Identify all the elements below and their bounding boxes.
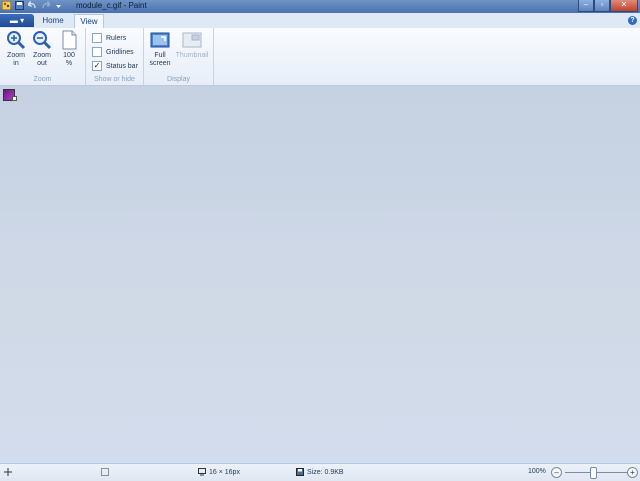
paint-menu-button[interactable]: ▬ ▾ bbox=[0, 14, 34, 27]
customize-toolbar-icon[interactable] bbox=[54, 1, 63, 10]
cursor-position bbox=[4, 468, 12, 476]
zoom-out-label-1: Zoom bbox=[33, 52, 51, 59]
zoom-100-button[interactable]: 100 % bbox=[58, 30, 80, 68]
thumbnail-label: Thumbnail bbox=[175, 52, 209, 59]
thumbnail-button[interactable]: Thumbnail bbox=[174, 30, 210, 60]
zoom-group: Zoom in Zoom out 100 % Zoom bbox=[0, 28, 86, 85]
zoom-100-label-1: 100 bbox=[63, 52, 75, 59]
zoom-in-small-button[interactable]: + bbox=[627, 467, 638, 478]
display-group-label: Display bbox=[167, 76, 190, 83]
zoom-in-icon bbox=[6, 30, 26, 50]
image-dimensions: 16 × 16px bbox=[198, 468, 240, 476]
zoom-percent-text: 100% bbox=[528, 468, 546, 475]
close-button[interactable]: ✕ bbox=[610, 0, 638, 12]
page-icon bbox=[59, 30, 79, 50]
zoom-out-label-2: out bbox=[37, 60, 47, 67]
rulers-checkbox[interactable]: Rulers bbox=[92, 33, 126, 43]
selection-icon bbox=[101, 468, 109, 476]
redo-icon[interactable] bbox=[41, 0, 51, 10]
zoom-in-button[interactable]: Zoom in bbox=[4, 30, 28, 68]
full-screen-icon bbox=[150, 30, 170, 50]
rulers-box[interactable] bbox=[92, 33, 102, 43]
title-bar: module_c.gif - Paint – ▫ ✕ bbox=[0, 0, 640, 13]
gridlines-checkbox[interactable]: Gridlines bbox=[92, 47, 134, 57]
zoom-slider-thumb[interactable] bbox=[590, 467, 597, 479]
paint-app-icon[interactable] bbox=[1, 0, 12, 11]
file-size-text: Size: 0.9KB bbox=[307, 468, 344, 476]
minimize-button[interactable]: – bbox=[578, 0, 594, 12]
zoom-percent: 100% bbox=[528, 468, 546, 475]
zoom-group-label: Zoom bbox=[33, 76, 52, 83]
full-screen-button[interactable]: Full screen bbox=[148, 30, 172, 68]
full-screen-label-1: Full bbox=[154, 52, 166, 59]
canvas-workspace[interactable] bbox=[0, 86, 640, 463]
full-screen-label-2: screen bbox=[149, 60, 171, 67]
ribbon-tab-row: ▬ ▾ Home View ? bbox=[0, 13, 640, 29]
zoom-in-label-1: Zoom bbox=[7, 52, 25, 59]
thumbnail-icon bbox=[182, 30, 202, 50]
zoom-in-label-2: in bbox=[13, 60, 19, 67]
maximize-button[interactable]: ▫ bbox=[594, 0, 610, 12]
selection-size bbox=[101, 468, 109, 476]
crosshair-icon bbox=[4, 468, 12, 476]
gridlines-box[interactable] bbox=[92, 47, 102, 57]
display-group: Full screen Thumbnail Display bbox=[144, 28, 214, 85]
resize-handle[interactable] bbox=[12, 96, 17, 101]
ribbon: Zoom in Zoom out 100 % Zoom Rulers Gridl… bbox=[0, 28, 640, 86]
tab-home[interactable]: Home bbox=[38, 14, 68, 27]
zoom-out-icon bbox=[32, 30, 52, 50]
save-icon[interactable] bbox=[15, 1, 24, 10]
zoom-out-small-button[interactable]: – bbox=[551, 467, 562, 478]
statusbar-checkbox[interactable]: ✓ Status bar bbox=[92, 61, 138, 71]
status-bar: 16 × 16px Size: 0.9KB 100% – + bbox=[0, 463, 640, 481]
gridlines-label: Gridlines bbox=[106, 48, 134, 56]
disk-icon bbox=[296, 468, 304, 476]
zoom-100-label-2: % bbox=[65, 60, 73, 67]
undo-icon[interactable] bbox=[27, 0, 37, 10]
window-title: module_c.gif - Paint bbox=[76, 1, 147, 10]
show-hide-group-label: Show or hide bbox=[94, 76, 135, 83]
dimensions-text: 16 × 16px bbox=[209, 468, 240, 476]
statusbar-box[interactable]: ✓ bbox=[92, 61, 102, 71]
canvas-size-icon bbox=[198, 468, 206, 476]
statusbar-label: Status bar bbox=[106, 62, 138, 70]
file-size: Size: 0.9KB bbox=[296, 468, 344, 476]
rulers-label: Rulers bbox=[106, 34, 127, 42]
show-hide-group: Rulers Gridlines ✓ Status bar Show or hi… bbox=[86, 28, 144, 85]
quick-access-toolbar bbox=[1, 0, 63, 11]
help-icon[interactable]: ? bbox=[628, 16, 637, 25]
tab-view[interactable]: View bbox=[74, 14, 104, 29]
zoom-out-button[interactable]: Zoom out bbox=[30, 30, 54, 68]
window-controls: – ▫ ✕ bbox=[578, 0, 638, 12]
